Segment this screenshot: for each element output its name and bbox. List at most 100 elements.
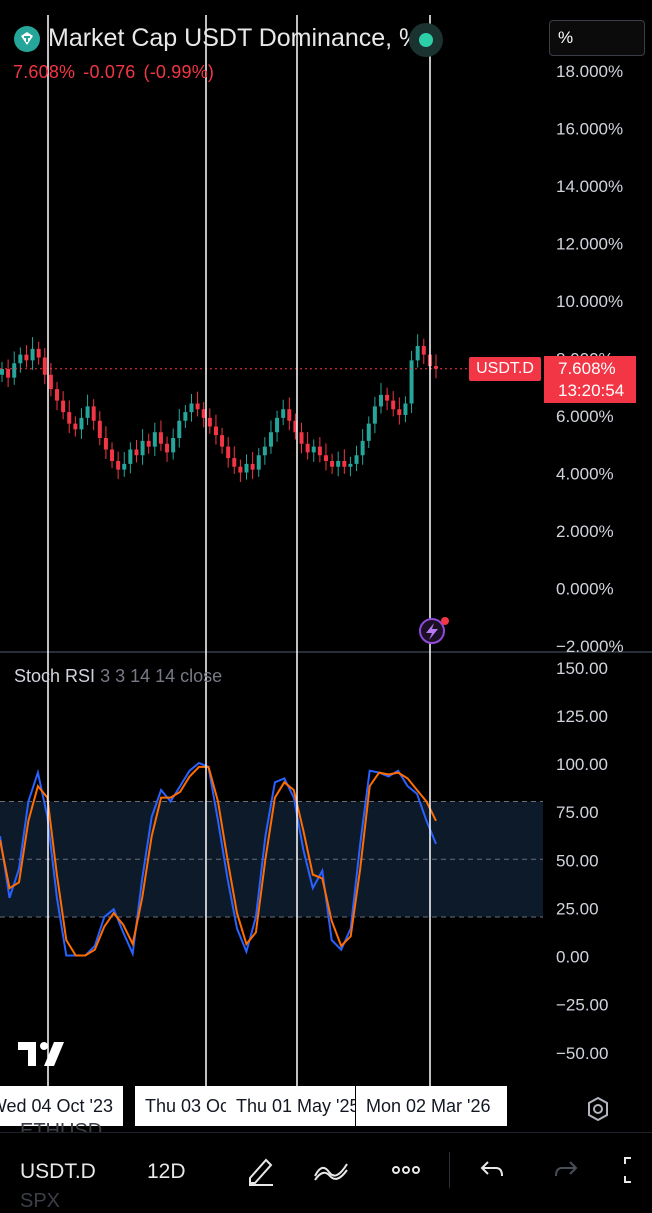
candle-body: [6, 369, 11, 378]
candle-body: [36, 348, 41, 358]
price-axis-label: 16.000%: [556, 120, 623, 139]
candle-body: [128, 449, 133, 464]
candle-body: [360, 440, 365, 456]
price-axis-label: 12.000%: [556, 235, 623, 254]
candle-body: [317, 446, 322, 456]
indicator-axis-label: 25.00: [556, 899, 599, 918]
last-value: 7.608%: [13, 62, 76, 82]
redo-icon[interactable]: [552, 1154, 580, 1191]
candle-body: [183, 412, 188, 421]
candle-body: [403, 403, 408, 415]
indicator-axis-label: 150.00: [556, 659, 608, 678]
next-symbol-hint: SPX: [20, 1190, 61, 1212]
candle-body: [79, 417, 84, 430]
candle-body: [91, 406, 96, 421]
candle-body: [73, 423, 78, 430]
candle-body: [165, 443, 170, 453]
candle-body: [177, 420, 182, 438]
candle-body: [372, 406, 377, 424]
candle-body: [213, 426, 218, 436]
candle-body: [305, 443, 310, 453]
candle-body: [409, 360, 414, 404]
tether-logo-icon: [14, 25, 40, 52]
candle-body: [311, 446, 316, 453]
candle-body: [97, 420, 102, 438]
candle-body: [268, 432, 273, 447]
candle-body: [103, 438, 108, 450]
candle-body: [421, 346, 426, 355]
candle-body: [189, 403, 194, 413]
bar-countdown: 13:20:54: [558, 381, 625, 400]
candle-body: [342, 461, 347, 467]
toolbar-separator: [449, 1152, 450, 1188]
candle-body: [336, 461, 341, 467]
chart-canvas[interactable]: 18.000%16.000%14.000%12.000%10.000%8.000…: [0, 0, 652, 1199]
indicator-axis-label: 100.00: [556, 755, 608, 774]
candle-body: [42, 357, 47, 375]
candle-body: [85, 406, 90, 418]
time-marker-2[interactable]: Thu 03 Oct '24: [135, 1086, 228, 1126]
price-axis-label: 2.000%: [556, 522, 614, 541]
indicator-axis-label: 125.00: [556, 707, 608, 726]
candle-body: [152, 432, 157, 447]
indicator-params: 3 3 14 14 close: [100, 666, 223, 686]
candle-body: [48, 374, 53, 390]
symbol-title[interactable]: Market Cap USDT Dominance, %: [48, 24, 421, 53]
candle-body: [207, 417, 212, 427]
market-status-icon[interactable]: [409, 23, 443, 57]
candle-body: [67, 412, 72, 424]
indicator-name: Stoch RSI: [14, 666, 96, 686]
current-price-value: 7.608%: [558, 359, 616, 378]
candle-body: [366, 423, 371, 441]
time-marker-4[interactable]: Mon 02 Mar '26: [356, 1086, 507, 1126]
ohlc-values: 7.608% -0.076 (-0.99%): [13, 62, 222, 83]
symbol-price-label: USDT.D: [469, 357, 541, 381]
settings-icon[interactable]: [584, 1095, 612, 1128]
candle-body: [201, 409, 206, 418]
time-marker-3[interactable]: Thu 01 May '25: [226, 1086, 355, 1126]
candle-body: [391, 400, 396, 410]
chart-header: Market Cap USDT Dominance, %: [14, 24, 421, 53]
candle-body: [18, 354, 23, 364]
status-dot-icon: [419, 33, 433, 47]
more-options-icon[interactable]: [390, 1154, 422, 1191]
vertical-marker-lines: [47, 15, 449, 1086]
notification-dot-icon: [441, 617, 449, 625]
candle-body: [244, 463, 249, 473]
candle-body: [330, 461, 335, 467]
candle-body: [415, 346, 420, 361]
candle-body: [323, 455, 328, 461]
candle-body: [158, 432, 163, 444]
candle-body: [110, 449, 115, 461]
interval-selector[interactable]: 12D: [147, 1160, 186, 1184]
tradingview-logo-icon[interactable]: [18, 1040, 66, 1073]
undo-icon[interactable]: [478, 1154, 506, 1191]
candle-body: [354, 455, 359, 464]
indicator-axis-label: −25.00: [556, 996, 608, 1015]
candle-body: [116, 461, 121, 470]
replay-flash-icon[interactable]: [419, 617, 449, 644]
candle-body: [140, 440, 145, 456]
candle-body: [299, 432, 304, 444]
indicators-icon[interactable]: [313, 1154, 349, 1191]
candle-body: [348, 463, 353, 467]
indicator-axis-label: 0.00: [556, 948, 589, 967]
drawing-pencil-icon[interactable]: [246, 1154, 276, 1191]
fullscreen-icon[interactable]: [622, 1154, 652, 1191]
price-axis-label: −2.000%: [556, 637, 624, 656]
price-axis-label: 14.000%: [556, 177, 623, 196]
candle-body: [226, 446, 231, 459]
candle-body: [55, 389, 60, 401]
price-axis-label: 0.000%: [556, 580, 614, 599]
indicator-axis-label: 50.00: [556, 851, 599, 870]
candle-body: [195, 403, 200, 410]
symbol-selector[interactable]: USDT.D: [20, 1160, 96, 1184]
percent-scale-button[interactable]: %: [549, 20, 645, 56]
indicator-legend[interactable]: Stoch RSI 3 3 14 14 close: [14, 666, 222, 687]
candle-body: [397, 409, 402, 415]
candle-body: [171, 438, 176, 453]
candle-body: [134, 449, 139, 456]
indicator-axis-label: 75.00: [556, 803, 599, 822]
candle-body: [262, 446, 267, 456]
change-value: -0.076: [83, 62, 136, 82]
